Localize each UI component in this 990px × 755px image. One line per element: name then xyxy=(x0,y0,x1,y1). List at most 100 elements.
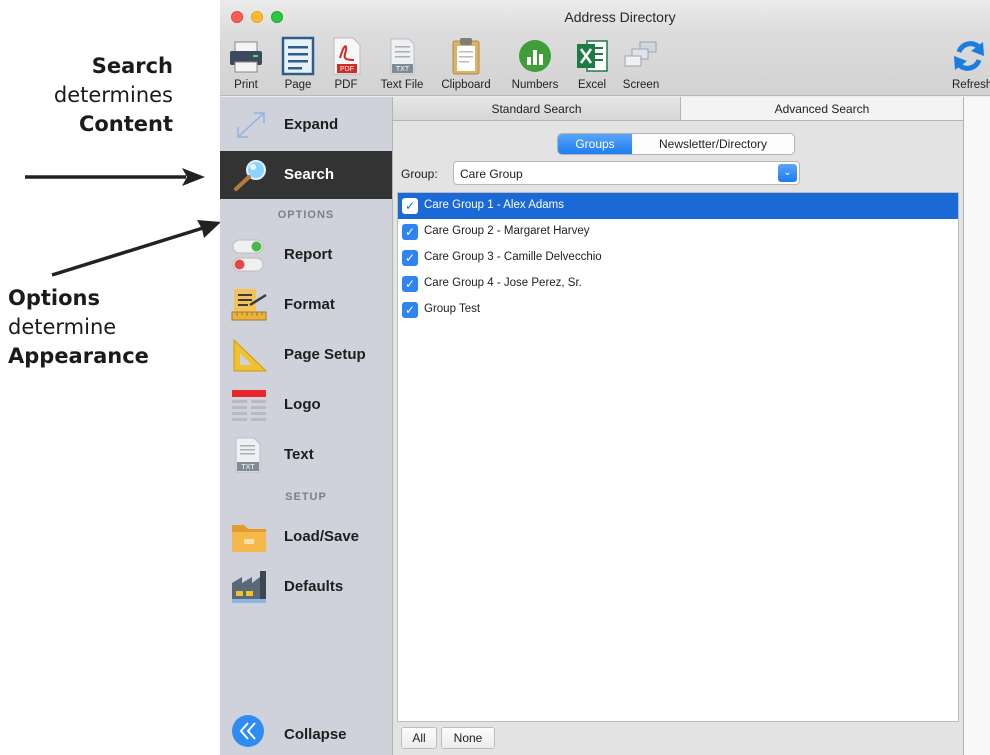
app-window: Address Directory Print Page PDF PDF TXT… xyxy=(220,0,990,755)
text-file-icon: TXT xyxy=(390,38,415,75)
clipboard-button[interactable]: Clipboard xyxy=(436,34,496,96)
sidebar-label-expand: Expand xyxy=(284,116,339,133)
print-label: Print xyxy=(234,79,258,91)
toggle-switches-icon xyxy=(232,239,264,272)
magnifier-icon xyxy=(234,160,266,191)
screen-icon xyxy=(624,41,657,67)
set-square-icon xyxy=(233,338,268,372)
checkbox[interactable]: ✓ xyxy=(402,250,418,266)
sidebar-label-page-setup: Page Setup xyxy=(284,346,366,363)
segment-newsletter-directory[interactable]: Newsletter/Directory xyxy=(632,134,794,154)
options-arrow xyxy=(51,226,204,277)
toolbar: Print Page PDF PDF TXT Text File Clipboa… xyxy=(220,34,990,96)
page-label: Page xyxy=(284,79,312,91)
right-pane xyxy=(964,97,990,755)
checkbox[interactable]: ✓ xyxy=(402,224,418,240)
clipboard-label: Clipboard xyxy=(441,79,491,91)
sidebar-label-format: Format xyxy=(284,296,335,313)
numbers-label: Numbers xyxy=(511,79,559,91)
refresh-button[interactable]: Refresh xyxy=(930,34,990,96)
group-label: Group: xyxy=(401,167,438,181)
tab-advanced-search[interactable]: Advanced Search xyxy=(681,97,963,121)
sidebar-item-expand[interactable]: Expand xyxy=(220,101,392,149)
search-annotation-title: Search xyxy=(91,54,173,78)
setup-section-header: SETUP xyxy=(285,491,327,503)
clipboard-icon xyxy=(452,38,480,75)
logo-icon xyxy=(232,390,266,421)
list-item[interactable]: ✓ Care Group 4 - Jose Perez, Sr. xyxy=(398,271,958,297)
search-annotation-text: determines xyxy=(53,83,173,107)
chevron-down-icon[interactable]: ⌄ xyxy=(778,164,797,182)
sidebar-item-defaults[interactable]: Defaults xyxy=(220,563,392,611)
text-file-icon: TXT xyxy=(235,437,261,473)
title-bar: Address Directory xyxy=(220,0,990,34)
page-icon xyxy=(281,36,315,76)
excel-icon xyxy=(577,40,608,72)
sidebar-item-report[interactable]: Report xyxy=(220,231,392,279)
select-none-button[interactable]: None xyxy=(441,727,495,749)
refresh-icon xyxy=(954,41,984,71)
refresh-label: Refresh xyxy=(952,79,990,91)
sidebar-item-format[interactable]: Format xyxy=(220,281,392,329)
search-tabs: Standard Search Advanced Search xyxy=(393,97,963,121)
checkbox[interactable]: ✓ xyxy=(402,198,418,214)
list-item-label: Group Test xyxy=(424,303,481,315)
print-button[interactable]: Print xyxy=(224,34,268,96)
list-item-label: Care Group 2 - Margaret Harvey xyxy=(424,225,590,237)
sidebar-label-defaults: Defaults xyxy=(284,578,344,595)
search-annotation: Search determines Content xyxy=(54,52,173,139)
text-badge-text: TXT xyxy=(241,464,255,471)
numbers-icon xyxy=(519,40,551,72)
sidebar-item-logo[interactable]: Logo xyxy=(220,381,392,429)
sidebar-label-report: Report xyxy=(284,246,333,263)
sidebar-item-text[interactable]: TXT Text xyxy=(220,431,392,479)
tab-standard-search[interactable]: Standard Search xyxy=(393,97,681,121)
checkbox[interactable]: ✓ xyxy=(402,276,418,292)
options-arrow-head xyxy=(197,220,221,238)
sidebar-item-search[interactable]: Search xyxy=(220,151,392,199)
select-all-button[interactable]: All xyxy=(401,727,437,749)
printer-icon xyxy=(230,41,262,73)
page-button[interactable]: Page xyxy=(278,34,318,96)
segment-groups[interactable]: Groups xyxy=(558,134,632,154)
options-annotation-text: determine xyxy=(8,315,117,339)
screen-button[interactable]: Screen xyxy=(618,34,664,96)
sidebar-label-search: Search xyxy=(284,166,335,183)
sidebar-label-load-save: Load/Save xyxy=(284,528,360,545)
maximize-window-button[interactable] xyxy=(271,11,283,23)
sidebar-label-logo: Logo xyxy=(284,396,321,413)
txt-badge-text: TXT xyxy=(396,66,410,73)
list-item[interactable]: ✓ Care Group 1 - Alex Adams xyxy=(398,193,958,219)
sidebar-item-collapse[interactable]: Collapse xyxy=(220,709,392,755)
list-item-label: Care Group 1 - Alex Adams xyxy=(424,199,564,211)
list-item-label: Care Group 4 - Jose Perez, Sr. xyxy=(424,277,582,289)
window-title: Address Directory xyxy=(564,9,676,25)
search-annotation-emphasis: Content xyxy=(78,112,173,136)
numbers-button[interactable]: Numbers xyxy=(506,34,564,96)
options-section-header: OPTIONS xyxy=(277,209,335,221)
pdf-button[interactable]: PDF PDF xyxy=(326,34,366,96)
search-arrow-head xyxy=(182,168,205,186)
list-item-label: Care Group 3 - Camille Delvecchio xyxy=(424,251,602,263)
checkbox[interactable]: ✓ xyxy=(402,302,418,318)
minimize-window-button[interactable] xyxy=(251,11,263,23)
close-window-button[interactable] xyxy=(231,11,243,23)
sidebar-item-load-save[interactable]: Load/Save xyxy=(220,513,392,561)
excel-button[interactable]: Excel xyxy=(570,34,614,96)
group-select[interactable]: Care Group ⌄ xyxy=(453,161,800,185)
pdf-badge-text: PDF xyxy=(340,66,354,73)
sidebar-label-text: Text xyxy=(284,446,314,463)
text-file-label: Text File xyxy=(380,79,424,91)
screen-label: Screen xyxy=(622,79,660,91)
list-item[interactable]: ✓ Group Test xyxy=(398,297,958,323)
options-annotation-title: Options xyxy=(8,286,100,310)
list-item[interactable]: ✓ Care Group 2 - Margaret Harvey xyxy=(398,219,958,245)
list-item[interactable]: ✓ Care Group 3 - Camille Delvecchio xyxy=(398,245,958,271)
sidebar-item-page-setup[interactable]: Page Setup xyxy=(220,331,392,379)
excel-label: Excel xyxy=(577,79,607,91)
pdf-label: PDF xyxy=(334,79,358,91)
collapse-double-chevron-icon xyxy=(232,715,264,747)
text-file-button[interactable]: TXT Text File xyxy=(374,34,430,96)
group-select-value: Care Group xyxy=(460,167,523,181)
expand-icon xyxy=(237,112,265,138)
